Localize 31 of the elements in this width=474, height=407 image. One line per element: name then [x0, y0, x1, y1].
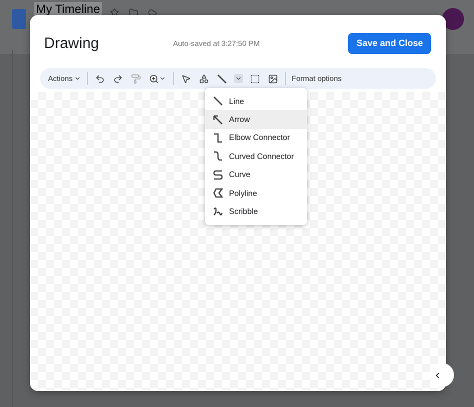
menu-item[interactable]: Curve — [205, 166, 307, 184]
elbow-connector-icon — [213, 132, 223, 143]
menu-item[interactable]: Polyline — [205, 184, 307, 202]
chevron-left-icon — [433, 370, 442, 380]
menu-item[interactable]: Arrow — [205, 110, 307, 129]
line-tool-icon[interactable] — [216, 72, 228, 84]
menu-item[interactable]: Scribble — [205, 202, 307, 221]
redo-icon[interactable] — [112, 72, 124, 84]
undo-icon[interactable] — [94, 72, 106, 84]
line-icon — [213, 96, 223, 106]
zoom-icon[interactable] — [148, 72, 167, 84]
image-icon[interactable] — [266, 72, 279, 84]
shapes-icon[interactable] — [198, 72, 210, 84]
arrow-icon — [213, 114, 223, 125]
menu-item[interactable]: Line — [205, 92, 307, 110]
polyline-icon — [213, 188, 223, 198]
caret-icon — [74, 75, 81, 82]
document-title: My Timeline — [34, 2, 102, 16]
dialog-title: Drawing — [44, 34, 100, 52]
select-icon[interactable] — [180, 72, 192, 84]
cloud-icon[interactable] — [148, 8, 158, 17]
text-box-icon[interactable] — [248, 72, 261, 84]
scribble-icon — [213, 206, 223, 217]
save-and-close-button[interactable]: Save and Close — [348, 32, 431, 54]
star-icon[interactable] — [110, 8, 120, 17]
curved-connector-icon — [213, 151, 223, 162]
curve-icon — [213, 170, 223, 180]
caret-icon[interactable] — [234, 74, 243, 83]
menu-item[interactable]: Curved Connector — [205, 147, 307, 166]
menu-item[interactable]: Elbow Connector — [205, 128, 307, 148]
side-panel-button[interactable] — [430, 363, 454, 387]
